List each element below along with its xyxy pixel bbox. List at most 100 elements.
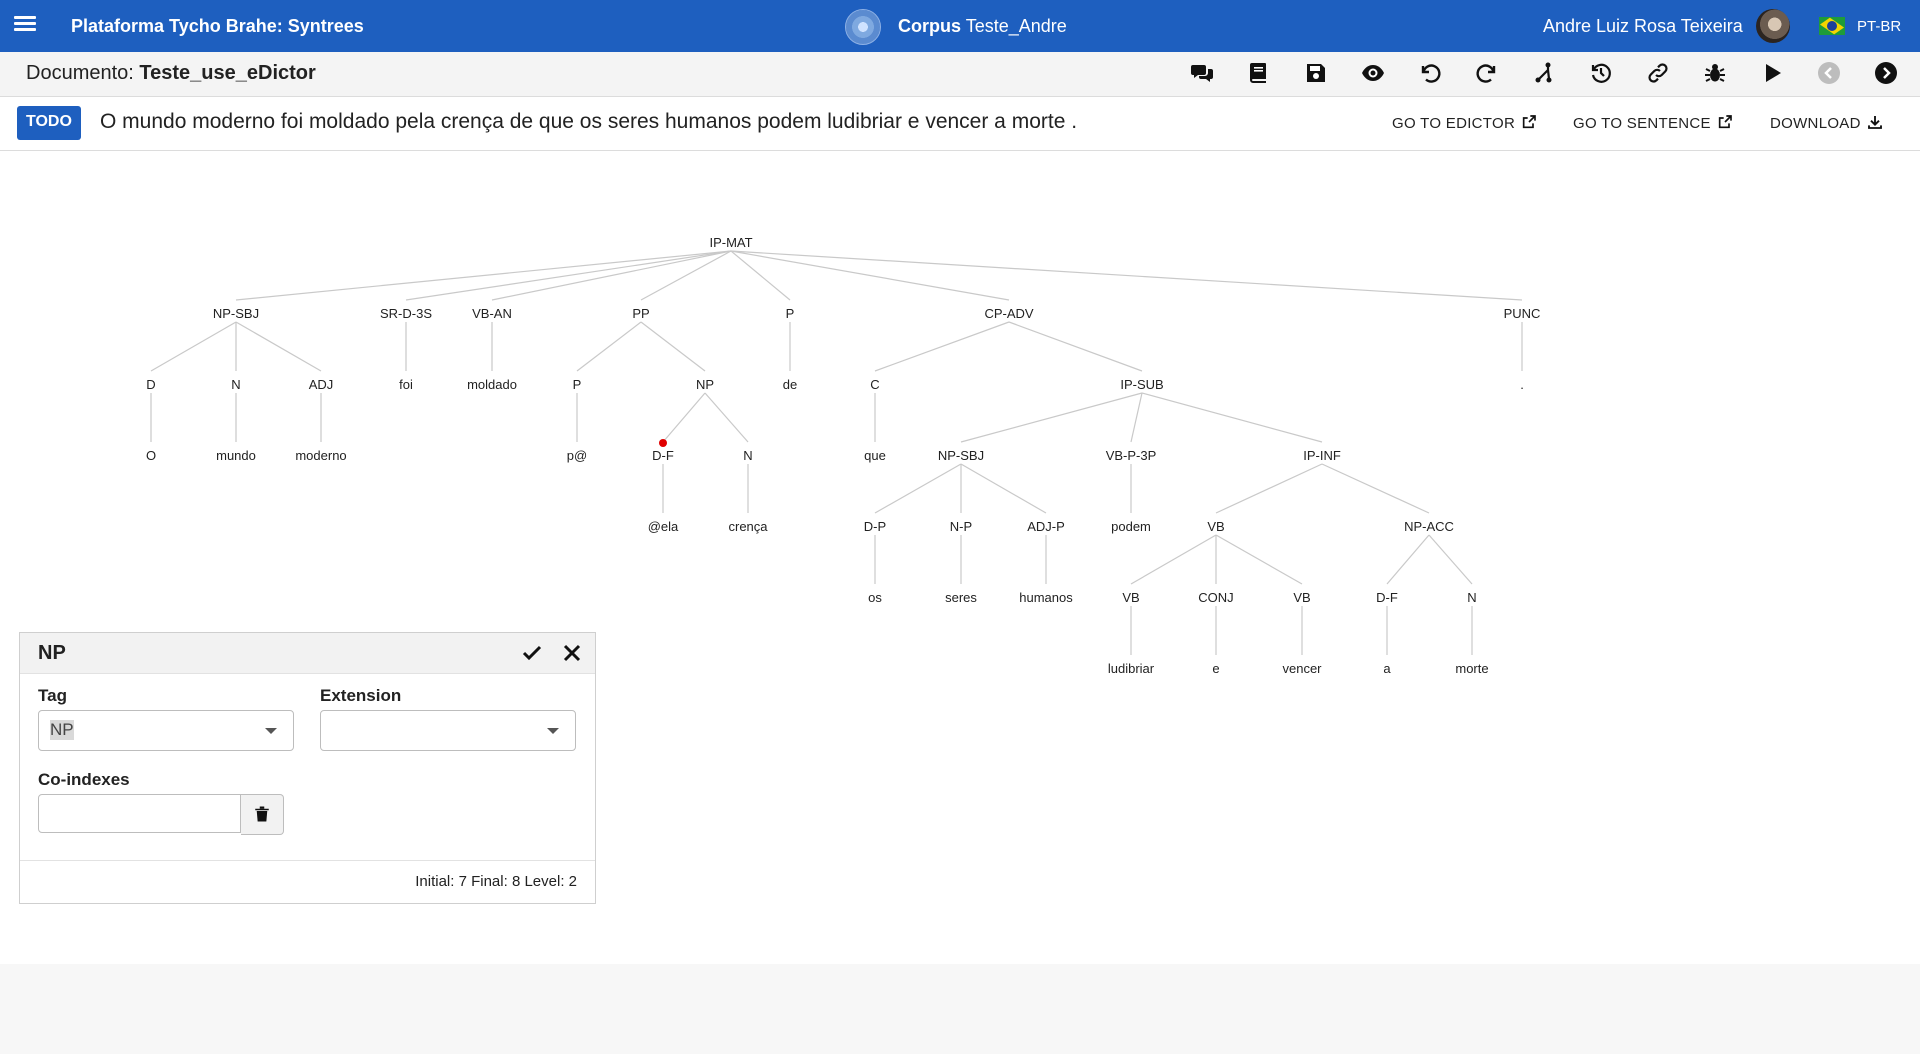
tree-edge: [235, 321, 322, 372]
tree-node-e[interactable]: e: [1212, 661, 1219, 676]
tree-node-os[interactable]: os: [868, 590, 882, 605]
tree-node-df2[interactable]: D-F: [1376, 590, 1398, 605]
tag-select-value: NP: [50, 720, 74, 740]
chevron-down-icon: [265, 728, 277, 734]
tree-node-punc[interactable]: PUNC: [1504, 306, 1541, 321]
tree-node-adj1[interactable]: ADJ: [309, 377, 334, 392]
tree-canvas[interactable]: IP-MAT NP-SBJ SR-D-3S VB-AN PP P CP-ADV PUNC D N A…: [0, 151, 1920, 964]
tree-edge: [662, 392, 706, 443]
language-selector[interactable]: PT-BR: [1857, 18, 1901, 35]
tree-node-crenca[interactable]: crença: [728, 519, 768, 534]
extension-select[interactable]: [320, 710, 576, 751]
document-title: Documento: Teste_use_eDictor: [26, 62, 316, 85]
tree-node-ipsub[interactable]: IP-SUB: [1120, 377, 1163, 392]
document-label: Documento:: [26, 62, 134, 84]
close-icon[interactable]: [560, 641, 584, 665]
tree-node-ludibriar[interactable]: ludibriar: [1108, 661, 1155, 676]
tree-branch-icon[interactable]: [1532, 61, 1558, 87]
tree-edge: [1386, 534, 1430, 585]
undo-icon[interactable]: [1418, 61, 1444, 87]
tree-node-vbp3p[interactable]: VB-P-3P: [1106, 448, 1157, 463]
tree-node-ipmat[interactable]: IP-MAT: [709, 235, 752, 250]
download-link[interactable]: DOWNLOAD: [1770, 114, 1883, 132]
eye-icon[interactable]: [1361, 61, 1387, 87]
coindexes-input[interactable]: [38, 794, 241, 833]
tree-node-df1[interactable]: D-F: [652, 448, 674, 463]
play-icon[interactable]: [1760, 61, 1786, 87]
sentence-bar: TODO O mundo moderno foi moldado pela cr…: [0, 97, 1920, 151]
tree-node-que[interactable]: que: [864, 448, 886, 463]
tree-node-vb2[interactable]: VB: [1122, 590, 1139, 605]
tree-node-o[interactable]: O: [146, 448, 156, 463]
brazil-flag-icon[interactable]: [1819, 17, 1845, 35]
comments-icon[interactable]: [1190, 61, 1216, 87]
tree-node-npsbj[interactable]: NP-SBJ: [213, 306, 259, 321]
tree-node-cpadv[interactable]: CP-ADV: [984, 306, 1033, 321]
go-to-sentence-label: GO TO SENTENCE: [1573, 115, 1711, 132]
tree-node-dp[interactable]: D-P: [864, 519, 886, 534]
go-to-sentence-link[interactable]: GO TO SENTENCE: [1573, 114, 1733, 132]
corpus-indicator[interactable]: Corpus Teste_Andre: [898, 16, 1067, 37]
menu-icon[interactable]: [14, 13, 36, 37]
tree-node-period[interactable]: .: [1520, 377, 1524, 392]
tree-node-vb3[interactable]: VB: [1293, 590, 1310, 605]
go-to-edictor-label: GO TO EDICTOR: [1392, 115, 1516, 132]
book-icon[interactable]: [1247, 61, 1273, 87]
extension-label: Extension: [320, 686, 402, 705]
tree-node-foi[interactable]: foi: [399, 377, 413, 392]
confirm-icon[interactable]: [520, 641, 544, 665]
app-title: Plataforma Tycho Brahe: Syntrees: [71, 16, 364, 36]
history-icon[interactable]: [1589, 61, 1615, 87]
tree-node-de[interactable]: de: [783, 377, 797, 392]
tree-node-ipinf[interactable]: IP-INF: [1303, 448, 1341, 463]
previous-icon[interactable]: [1817, 61, 1843, 87]
tree-node-adjp[interactable]: ADJ-P: [1027, 519, 1065, 534]
delete-coindex-button[interactable]: [241, 794, 284, 835]
tree-node-np1[interactable]: NP: [696, 377, 714, 392]
tree-node-ela[interactable]: @ela: [648, 519, 679, 534]
tree-node-n1[interactable]: N: [231, 377, 240, 392]
user-name[interactable]: Andre Luiz Rosa Teixeira: [1543, 16, 1743, 37]
tree-node-p1[interactable]: P: [786, 306, 795, 321]
tree-node-n3[interactable]: N: [1467, 590, 1476, 605]
go-to-edictor-link[interactable]: GO TO EDICTOR: [1392, 114, 1537, 132]
tree-node-c1[interactable]: C: [870, 377, 879, 392]
link-icon[interactable]: [1646, 61, 1672, 87]
tree-edge: [1008, 321, 1143, 372]
tree-node-humanos[interactable]: humanos: [1019, 590, 1073, 605]
tree-node-mundo[interactable]: mundo: [216, 448, 256, 463]
tree-node-vban[interactable]: VB-AN: [472, 306, 512, 321]
tree-node-npacc[interactable]: NP-ACC: [1404, 519, 1454, 534]
tree-node-pp[interactable]: PP: [632, 306, 649, 321]
tree-node-morte[interactable]: morte: [1455, 661, 1488, 676]
tree-node-podem[interactable]: podem: [1111, 519, 1151, 534]
tree-node-a[interactable]: a: [1383, 661, 1391, 676]
node-editor-panel: NP Tag NP Extension Co-indexes Initial: …: [19, 632, 596, 904]
tree-edge: [960, 392, 1143, 443]
tree-node-n2[interactable]: N: [743, 448, 752, 463]
status-badge[interactable]: TODO: [17, 106, 81, 140]
tree-node-np2[interactable]: N-P: [950, 519, 972, 534]
tree-node-npsbj2[interactable]: NP-SBJ: [938, 448, 984, 463]
tree-edge: [1428, 534, 1473, 585]
tree-node-moldado[interactable]: moldado: [467, 377, 517, 392]
tree-edge: [1215, 463, 1323, 514]
tree-node-vb1[interactable]: VB: [1207, 519, 1224, 534]
tree-node-conj[interactable]: CONJ: [1198, 590, 1233, 605]
redo-icon[interactable]: [1475, 61, 1501, 87]
tree-node-seres[interactable]: seres: [945, 590, 977, 605]
tag-select[interactable]: NP: [38, 710, 294, 751]
bug-icon[interactable]: [1703, 61, 1729, 87]
next-icon[interactable]: [1874, 61, 1900, 87]
avatar[interactable]: [1756, 9, 1790, 43]
tree-node-moderno[interactable]: moderno: [295, 448, 346, 463]
save-icon[interactable]: [1304, 61, 1330, 87]
tree-node-srd3s[interactable]: SR-D-3S: [380, 306, 432, 321]
tree-node-p2[interactable]: P: [573, 377, 582, 392]
tree-node-d1[interactable]: D: [146, 377, 155, 392]
external-link-icon: [1522, 115, 1536, 129]
node-span-info: Initial: 7 Final: 8 Level: 2: [415, 873, 577, 890]
tree-edge: [640, 321, 706, 372]
tree-node-pat[interactable]: p@: [567, 448, 587, 463]
tree-node-vencer[interactable]: vencer: [1282, 661, 1322, 676]
